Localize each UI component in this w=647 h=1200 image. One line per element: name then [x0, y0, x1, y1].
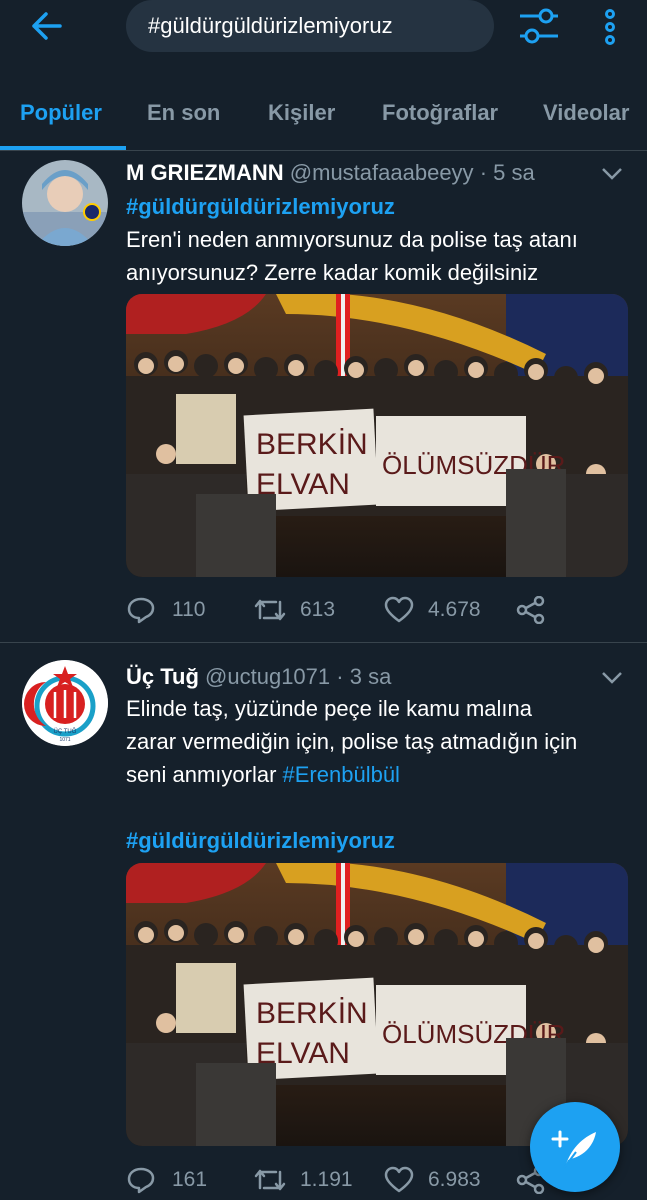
tab-people[interactable]: Kişiler — [268, 100, 335, 126]
sign-text: BERKİN — [256, 997, 368, 1030]
heart-icon — [384, 596, 414, 623]
user-name[interactable]: Üç Tuğ — [126, 664, 199, 689]
top-bar: #güldürgüldürizlemiyoruz — [0, 0, 647, 80]
tweet-actions: 110 613 4.678 — [126, 590, 626, 630]
reply-button[interactable]: 161 — [126, 1160, 236, 1200]
active-tab-indicator — [0, 146, 126, 150]
tweet-text: #güldürgüldürizlemiyoruz Eren'i neden an… — [126, 190, 626, 289]
text-line: anıyorsunuz? Zerre kadar komik değilsini… — [126, 260, 539, 285]
text-line: seni anmıyorlar #Erenbülbül — [126, 758, 626, 791]
user-name[interactable]: M GRIEZMANN — [126, 160, 284, 185]
retweet-icon — [254, 1169, 286, 1191]
text-line: Elinde taş, yüzünde peçe ile kamu malına — [126, 696, 533, 721]
tweet-time: 5 sa — [493, 160, 535, 185]
tab-popular[interactable]: Popüler — [20, 100, 102, 126]
reply-count: 161 — [172, 1168, 208, 1191]
chevron-down-icon[interactable] — [600, 166, 624, 182]
tweet-divider — [0, 642, 647, 643]
hashtag[interactable]: #güldürgüldürizlemiyoruz — [126, 190, 626, 223]
like-button[interactable]: 6.983 — [384, 1160, 514, 1200]
avatar-text: ÜÇ TUĞ — [54, 728, 77, 735]
user-handle[interactable]: @uctug1071 — [205, 664, 330, 689]
more-vertical-icon[interactable] — [598, 8, 622, 48]
user-handle[interactable]: @mustafaaabeeyy — [290, 160, 474, 185]
separator: · — [336, 664, 344, 689]
retweet-button[interactable]: 613 — [254, 590, 364, 630]
compose-feather-icon — [551, 1130, 596, 1169]
like-count: 6.983 — [428, 1168, 481, 1191]
reply-button[interactable]: 110 — [126, 590, 236, 630]
tab-latest[interactable]: En son — [147, 100, 220, 126]
retweet-icon — [254, 599, 286, 621]
share-button[interactable] — [516, 590, 550, 630]
reply-count: 110 — [172, 598, 206, 621]
hashtag[interactable]: #Erenbülbül — [283, 762, 400, 787]
retweet-button[interactable]: 1.191 — [254, 1160, 374, 1200]
reply-icon — [127, 597, 155, 624]
text-line: zarar vermediğin için, polise taş atmadı… — [126, 729, 578, 754]
back-arrow-icon[interactable] — [28, 10, 68, 42]
text-segment: seni anmıyorlar — [126, 762, 283, 787]
avatar[interactable] — [22, 160, 108, 246]
avatar[interactable]: ÜÇ TUĞ 1071 — [22, 660, 108, 746]
retweet-count: 1.191 — [300, 1168, 353, 1191]
retweet-count: 613 — [300, 598, 336, 621]
sign-text: BERKİN — [256, 428, 368, 461]
tweet-header: M GRIEZMANN @mustafaaabeeyy · 5 sa — [126, 160, 535, 186]
tab-photos[interactable]: Fotoğraflar — [382, 100, 498, 126]
like-button[interactable]: 4.678 — [384, 590, 514, 630]
separator: · — [479, 160, 488, 185]
hashtag[interactable]: #güldürgüldürizlemiyoruz — [126, 824, 626, 857]
compose-tweet-button[interactable] — [530, 1102, 620, 1192]
avatar-year: 1071 — [59, 737, 70, 743]
tweet-header: Üç Tuğ @uctug1071 · 3 sa — [126, 664, 391, 690]
tweet-text: Elinde taş, yüzünde peçe ile kamu malına… — [126, 692, 626, 857]
share-icon — [516, 596, 545, 624]
chevron-down-icon[interactable] — [600, 670, 624, 686]
tweet-time: 3 sa — [349, 664, 392, 689]
search-input[interactable]: #güldürgüldürizlemiyoruz — [126, 0, 494, 52]
search-tabs: Popüler En son Kişiler Fotoğraflar Video… — [0, 86, 647, 151]
tweet-photo[interactable]: BERKİN ELVAN ÖLÜMSÜZDÜR — [126, 294, 628, 577]
text-line: Eren'i neden anmıyorsunuz da polise taş … — [126, 227, 578, 252]
like-count: 4.678 — [428, 598, 481, 621]
heart-icon — [384, 1166, 414, 1193]
filter-sliders-icon[interactable] — [516, 6, 562, 48]
reply-icon — [127, 1167, 155, 1194]
tab-videos[interactable]: Videolar — [543, 100, 629, 126]
